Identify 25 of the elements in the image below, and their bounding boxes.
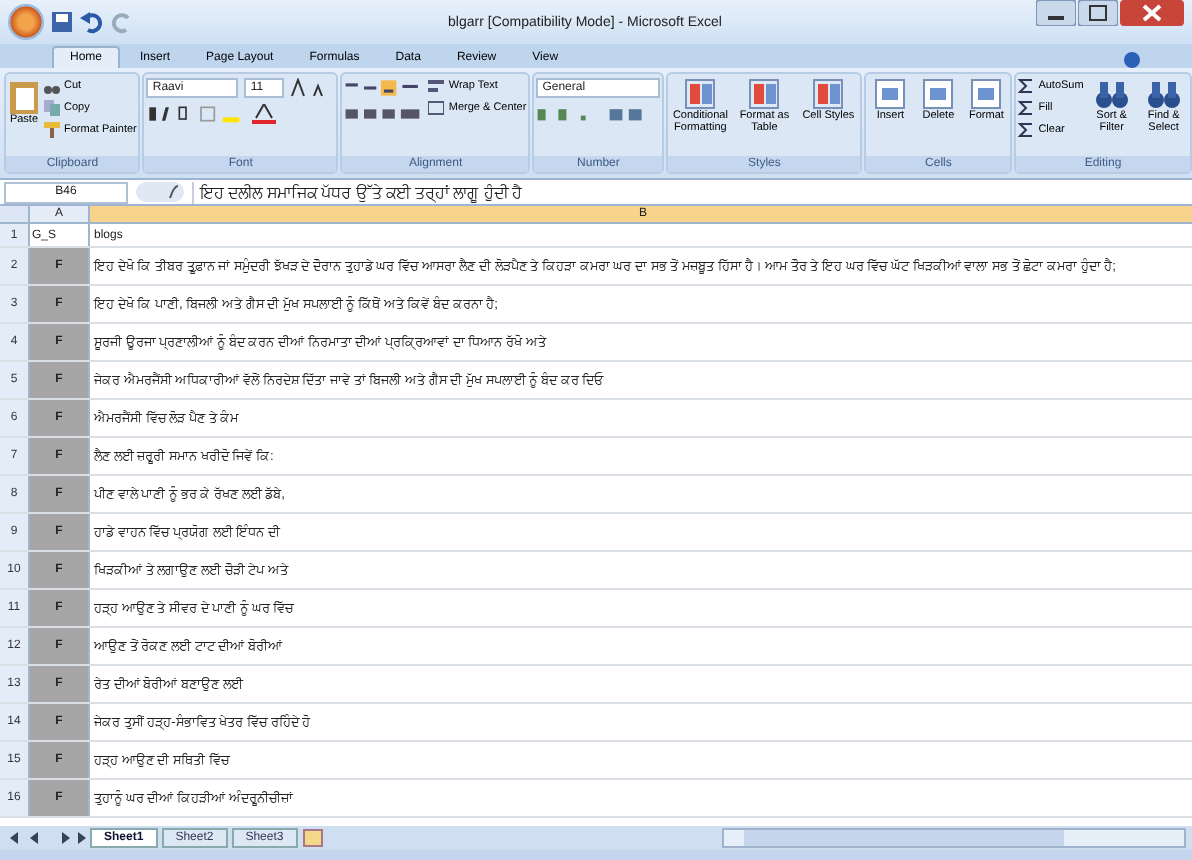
merge-icon — [428, 100, 445, 116]
insert-sheet-icon[interactable] — [301, 828, 326, 848]
grid-icon — [874, 78, 907, 110]
font-color-icon[interactable] — [252, 104, 281, 124]
justify-icon[interactable] — [344, 104, 425, 124]
maximize-icon[interactable] — [1078, 0, 1118, 26]
grid-icon — [970, 78, 1003, 110]
office-button[interactable] — [8, 4, 44, 40]
clipboard-icon — [8, 78, 40, 114]
close-icon[interactable] — [1120, 0, 1184, 26]
minimize-icon[interactable] — [1036, 0, 1076, 26]
wrap-icon — [428, 78, 445, 94]
formula-field[interactable]: ਇਹ ਦਲੀਲ ਸਮਾਜਿਕ ਪੱਧਰ ਉੱਤੇ ਕਈ ਤਰ੍ਹਾਂ ਲਾਗੂ ਹੁੰਦੀ ਹੈ — [192, 181, 1188, 203]
table-icon — [812, 78, 845, 110]
sheet-navigation-icon[interactable] — [6, 830, 86, 846]
undo-icon[interactable] — [80, 10, 104, 34]
brush-icon — [44, 122, 60, 138]
grid-icon — [922, 78, 955, 110]
copy-icon — [44, 100, 60, 116]
binoculars-icon — [1147, 78, 1180, 110]
binoculars-icon — [1095, 78, 1128, 110]
table-icon — [684, 78, 717, 110]
horizontal-scrollbar[interactable] — [722, 828, 1186, 848]
save-icon[interactable] — [50, 10, 74, 34]
table-icon — [748, 78, 781, 110]
